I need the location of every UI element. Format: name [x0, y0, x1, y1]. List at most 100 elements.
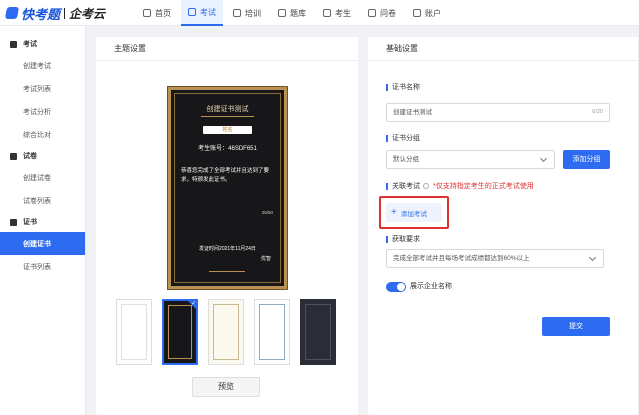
sidebar: 考试 创建考试 考试列表 考试分析 综合比对 试卷 创建试卷 试卷列表 证书 创…	[0, 26, 86, 415]
submit-button[interactable]: 提交	[542, 317, 610, 336]
label-text: 获取要求	[392, 236, 420, 243]
nav-label: 培训	[245, 8, 261, 18]
check-icon: ✓	[190, 301, 196, 307]
label-bar	[386, 235, 388, 243]
button-label: 添加考试	[400, 210, 427, 218]
sidebar-item-certificate-list[interactable]: 证书列表	[0, 255, 85, 278]
template-thumb-blue-frame[interactable]	[254, 299, 290, 365]
template-frame	[168, 305, 192, 359]
sidebar-group-paper: 试卷	[0, 146, 85, 166]
panel-title: 主题设置	[96, 37, 358, 61]
training-icon	[233, 9, 241, 17]
template-thumb-dark[interactable]	[300, 299, 336, 365]
select-value: 完成全部考试并且每场考试成绩都达到60%以上	[393, 255, 530, 262]
help-icon[interactable]	[423, 183, 429, 189]
cert-group-select[interactable]: 默认分组	[386, 150, 555, 169]
template-thumb-black-gold[interactable]: ✓	[162, 299, 198, 365]
sidebar-group-label: 考试	[23, 41, 37, 48]
nav-candidates[interactable]: 考生	[316, 0, 358, 26]
basic-settings-panel: 基础设置 证书名称 创建证书测试 6/20 证书分组 默认分组 添加分组 关联考…	[368, 37, 638, 415]
top-bar: 快考题 企考云 首页 考试 培训 题库 考生 问卷 账户	[0, 0, 639, 26]
cert-group-label: 证书分组	[386, 133, 420, 143]
nav-question-bank[interactable]: 题库	[271, 0, 313, 26]
exam-icon	[188, 8, 196, 16]
label-bar	[386, 134, 388, 142]
template-frame	[213, 304, 239, 360]
account-icon	[413, 9, 421, 17]
main-nav: 首页 考试 培训 题库 考生 问卷 账户	[136, 0, 451, 26]
survey-icon	[368, 9, 376, 17]
logo-divider	[64, 7, 66, 19]
nav-label: 考试	[200, 7, 216, 17]
add-exam-button[interactable]: + 添加考试	[386, 203, 442, 222]
cert-name-label: 证书名称	[386, 82, 420, 92]
ornament-divider	[201, 116, 254, 117]
label-bar	[386, 182, 388, 190]
nav-survey[interactable]: 问卷	[361, 0, 403, 26]
certificate-title: 创建证书测试	[206, 106, 249, 113]
theme-settings-panel: 主题设置 创建证书测试 姓名 考生账号：46SDF651 恭喜您完成了全部考试并…	[96, 37, 358, 415]
certificate-issuer: 优智	[260, 256, 271, 262]
panel-title: 基础设置	[368, 37, 638, 61]
add-group-button[interactable]: 添加分组	[563, 150, 610, 169]
cert-name-input[interactable]: 创建证书测试 6/20	[386, 103, 610, 122]
template-thumb-cream[interactable]	[208, 299, 244, 365]
sidebar-group-label: 试卷	[23, 153, 37, 160]
logo-icon	[4, 7, 20, 19]
chevron-down-icon	[539, 154, 548, 163]
sidebar-item-exam-list[interactable]: 考试列表	[0, 77, 85, 100]
nav-account[interactable]: 账户	[406, 0, 448, 26]
label-text: 关联考试	[392, 183, 420, 190]
question-bank-icon	[278, 9, 286, 17]
requirement-label: 获取要求	[386, 234, 420, 244]
nav-label: 考生	[335, 8, 351, 18]
home-icon	[143, 9, 151, 17]
sidebar-item-create-exam[interactable]: 创建考试	[0, 54, 85, 77]
template-list: ✓	[116, 299, 346, 365]
show-company-toggle[interactable]	[386, 282, 406, 292]
related-exam-note: *仅支持指定考生的正式考试使用	[433, 183, 534, 190]
nav-label: 首页	[155, 8, 171, 18]
certificate-icon	[10, 218, 17, 226]
logo-sub-brand: 企考云	[69, 6, 106, 21]
template-thumb-white[interactable]	[116, 299, 152, 365]
sidebar-group-label: 证书	[23, 219, 37, 226]
chevron-down-icon	[588, 253, 597, 262]
label-text: 证书分组	[392, 135, 420, 142]
related-exam-label: 关联考试 *仅支持指定考生的正式考试使用	[386, 181, 534, 191]
sidebar-item-create-paper[interactable]: 创建试卷	[0, 166, 85, 189]
exam-icon	[10, 40, 17, 48]
preview-button[interactable]: 预览	[192, 377, 260, 397]
certificate-body: 恭喜您完成了全部考试并且达到了要求，特颁发此证书。	[181, 168, 270, 183]
nav-label: 题库	[290, 8, 306, 18]
nav-training[interactable]: 培训	[226, 0, 268, 26]
certificate-issue-time: 发证时间2021年11月24日	[199, 246, 256, 252]
requirement-select[interactable]: 完成全部考试并且每场考试成绩都达到60%以上	[386, 249, 604, 268]
paper-icon	[10, 152, 17, 160]
user-icon	[323, 9, 331, 17]
certificate-name-field: 姓名	[203, 126, 252, 134]
certificate-candidate-no: 考生账号：46SDF651	[198, 146, 257, 152]
sidebar-item-create-certificate[interactable]: 创建证书	[0, 232, 85, 255]
toggle-knob	[397, 283, 405, 291]
nav-label: 问卷	[380, 8, 396, 18]
certificate-count: 25/50	[261, 210, 273, 215]
sidebar-item-paper-list[interactable]: 试卷列表	[0, 189, 85, 212]
sidebar-item-exam-analysis[interactable]: 考试分析	[0, 100, 85, 123]
label-bar	[386, 83, 388, 91]
nav-label: 账户	[425, 8, 441, 18]
template-frame	[305, 304, 331, 360]
logo-brand: 快考题	[21, 6, 61, 22]
nav-exam[interactable]: 考试	[181, 0, 223, 26]
sidebar-group-certificate: 证书	[0, 212, 85, 232]
plus-icon: +	[391, 207, 397, 218]
certificate-preview: 创建证书测试 姓名 考生账号：46SDF651 恭喜您完成了全部考试并且达到了要…	[168, 87, 287, 289]
sidebar-group-exam: 考试	[0, 34, 85, 54]
show-company-label: 展示企业名称	[410, 283, 452, 290]
select-value: 默认分组	[393, 156, 419, 163]
sidebar-item-comparison[interactable]: 综合比对	[0, 123, 85, 146]
nav-home[interactable]: 首页	[136, 0, 178, 26]
logo[interactable]: 快考题 企考云	[4, 4, 106, 22]
template-frame	[259, 304, 285, 360]
label-text: 证书名称	[392, 84, 420, 91]
